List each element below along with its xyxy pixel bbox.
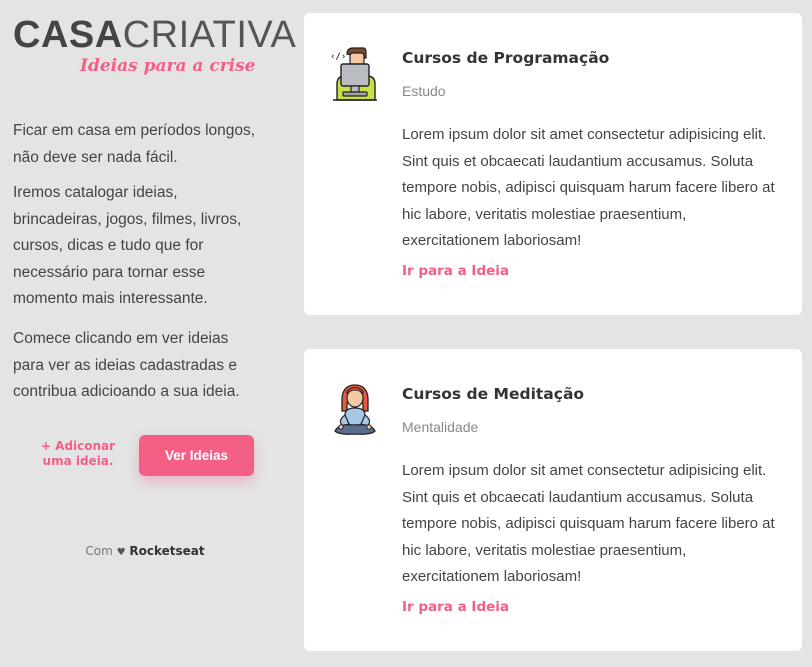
idea-category: Mentalidade <box>402 419 479 435</box>
footer-brand: Rocketseat <box>129 544 205 558</box>
programmer-icon: ‹/› <box>330 47 377 101</box>
logo-title-bold: CASA <box>13 14 123 56</box>
idea-link[interactable]: Ir para a Ideia <box>402 263 509 279</box>
svg-text:‹/›: ‹/› <box>330 52 346 62</box>
view-ideas-button[interactable]: Ver Ideias <box>139 435 254 476</box>
sidebar: CASACRIATIVA Ideias para a crise Ficar e… <box>0 0 296 667</box>
idea-title: Cursos de Meditação <box>402 385 585 403</box>
idea-card: ‹/› Cursos de Programação Estudo Lorem i… <box>304 13 802 315</box>
logo-subtitle: Ideias para a crise <box>80 56 256 76</box>
logo-title[interactable]: CASACRIATIVA <box>13 16 296 54</box>
idea-title: Cursos de Programação <box>402 49 610 67</box>
heart-icon: ♥ <box>116 547 126 558</box>
meditation-icon <box>334 384 376 435</box>
intro-paragraph-1: Ficar em casa em períodos longos, não de… <box>13 122 256 166</box>
idea-category: Estudo <box>402 83 446 99</box>
idea-card: Cursos de Meditação Mentalidade Lorem ip… <box>304 349 802 651</box>
idea-description: Lorem ipsum dolor sit amet consectetur a… <box>402 462 775 585</box>
add-idea-link[interactable]: + Adiconar uma ideia. <box>28 439 128 469</box>
idea-link[interactable]: Ir para a Ideia <box>402 599 509 615</box>
footer-prefix: Com <box>85 544 113 558</box>
idea-description: Lorem ipsum dolor sit amet consectetur a… <box>402 126 775 249</box>
logo-title-light: CRIATIVA <box>122 14 297 56</box>
intro-paragraph-2: Iremos catalogar ideias, brincadeiras, j… <box>13 184 242 307</box>
footer-credit: Com ♥ Rocketseat <box>0 544 290 558</box>
intro-paragraph-3: Comece clicando em ver ideias para ver a… <box>13 330 240 400</box>
